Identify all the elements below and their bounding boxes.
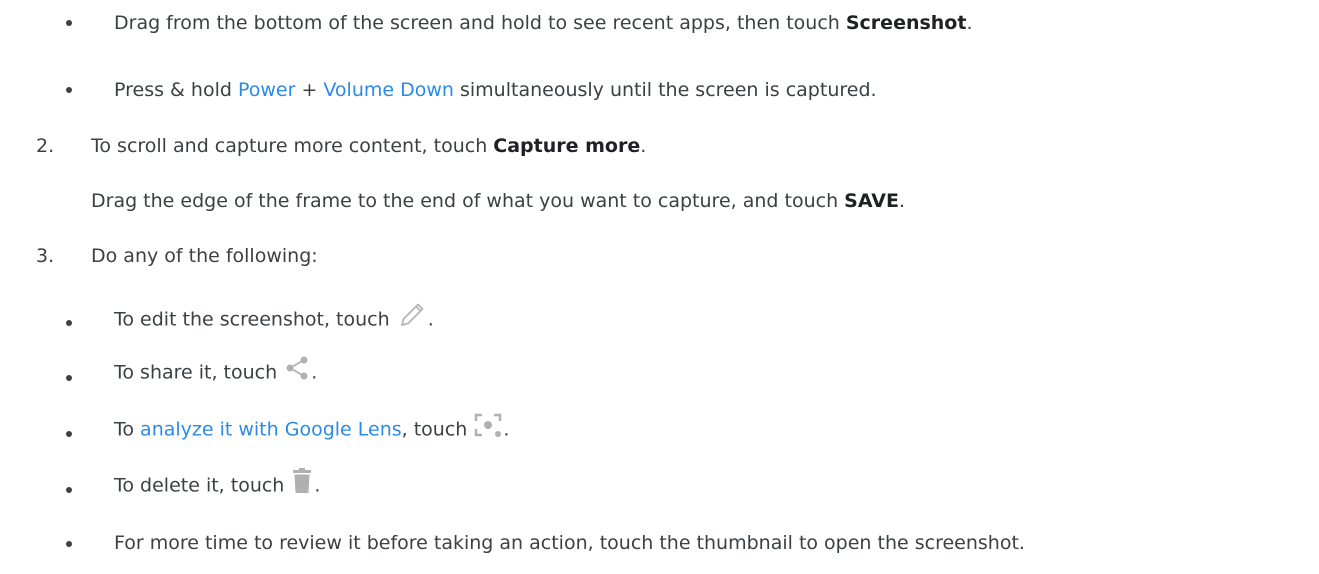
- step-text: To scroll and capture more content, touc…: [91, 134, 646, 158]
- google-lens-link[interactable]: analyze it with Google Lens: [140, 419, 402, 441]
- pencil-icon[interactable]: [396, 299, 428, 337]
- list-item-text: .: [314, 474, 321, 497]
- step-text: Do any of the following:: [91, 245, 318, 267]
- bullet: [66, 487, 72, 493]
- list-item-text: +: [295, 79, 324, 101]
- share-icon[interactable]: [283, 355, 311, 387]
- step-detail-part: Drag the edge of the frame to the end of…: [91, 190, 845, 212]
- list-item-text: For more time to review it before taking…: [114, 532, 1025, 554]
- list-item-text: , touch: [401, 418, 474, 441]
- power-link[interactable]: Power: [238, 79, 295, 101]
- capture-more-label: Capture more: [493, 135, 641, 157]
- bullet: [66, 320, 72, 326]
- list-item: To edit the screenshot, touch .: [114, 301, 434, 339]
- list-item-text: Press & hold: [114, 79, 238, 101]
- trash-icon[interactable]: [290, 467, 314, 501]
- step-text-part: To scroll and capture more content, touc…: [91, 135, 494, 157]
- step-number: 3.: [36, 245, 55, 267]
- list-item-text: simultaneously until the screen is captu…: [453, 79, 877, 101]
- lens-icon[interactable]: [473, 411, 503, 445]
- bullet: [66, 87, 72, 93]
- save-label: SAVE: [844, 190, 899, 212]
- bullet: [66, 541, 72, 547]
- step-detail: Drag the edge of the frame to the end of…: [91, 189, 905, 213]
- list-item-text: To edit the screenshot, touch: [114, 308, 396, 331]
- step-detail-part: .: [898, 190, 905, 212]
- list-item: To delete it, touch .: [114, 467, 321, 503]
- step-text-part: .: [640, 135, 647, 157]
- step-number: 2.: [36, 135, 55, 157]
- list-item-text: To: [114, 418, 141, 441]
- list-item-text: .: [427, 308, 434, 331]
- bullet: [66, 20, 72, 26]
- list-item-text: .: [311, 361, 318, 384]
- list-item-text: .: [503, 418, 510, 441]
- list-item-text: .: [966, 12, 973, 34]
- list-item: To analyze it with Google Lens, touch .: [114, 413, 509, 447]
- list-item: To share it, touch .: [114, 355, 318, 389]
- list-item: For more time to review it before taking…: [114, 531, 1025, 555]
- list-item-text: To delete it, touch: [114, 474, 291, 497]
- list-item: Press & hold Power + Volume Down simulta…: [114, 78, 877, 102]
- bullet: [66, 431, 72, 437]
- list-item: Drag from the bottom of the screen and h…: [114, 11, 973, 35]
- screenshot-label: Screenshot: [845, 12, 967, 34]
- volume-down-link[interactable]: Volume Down: [323, 79, 454, 101]
- list-item-text: Drag from the bottom of the screen and h…: [114, 12, 846, 34]
- bullet: [66, 375, 72, 381]
- list-item-text: To share it, touch: [114, 361, 284, 384]
